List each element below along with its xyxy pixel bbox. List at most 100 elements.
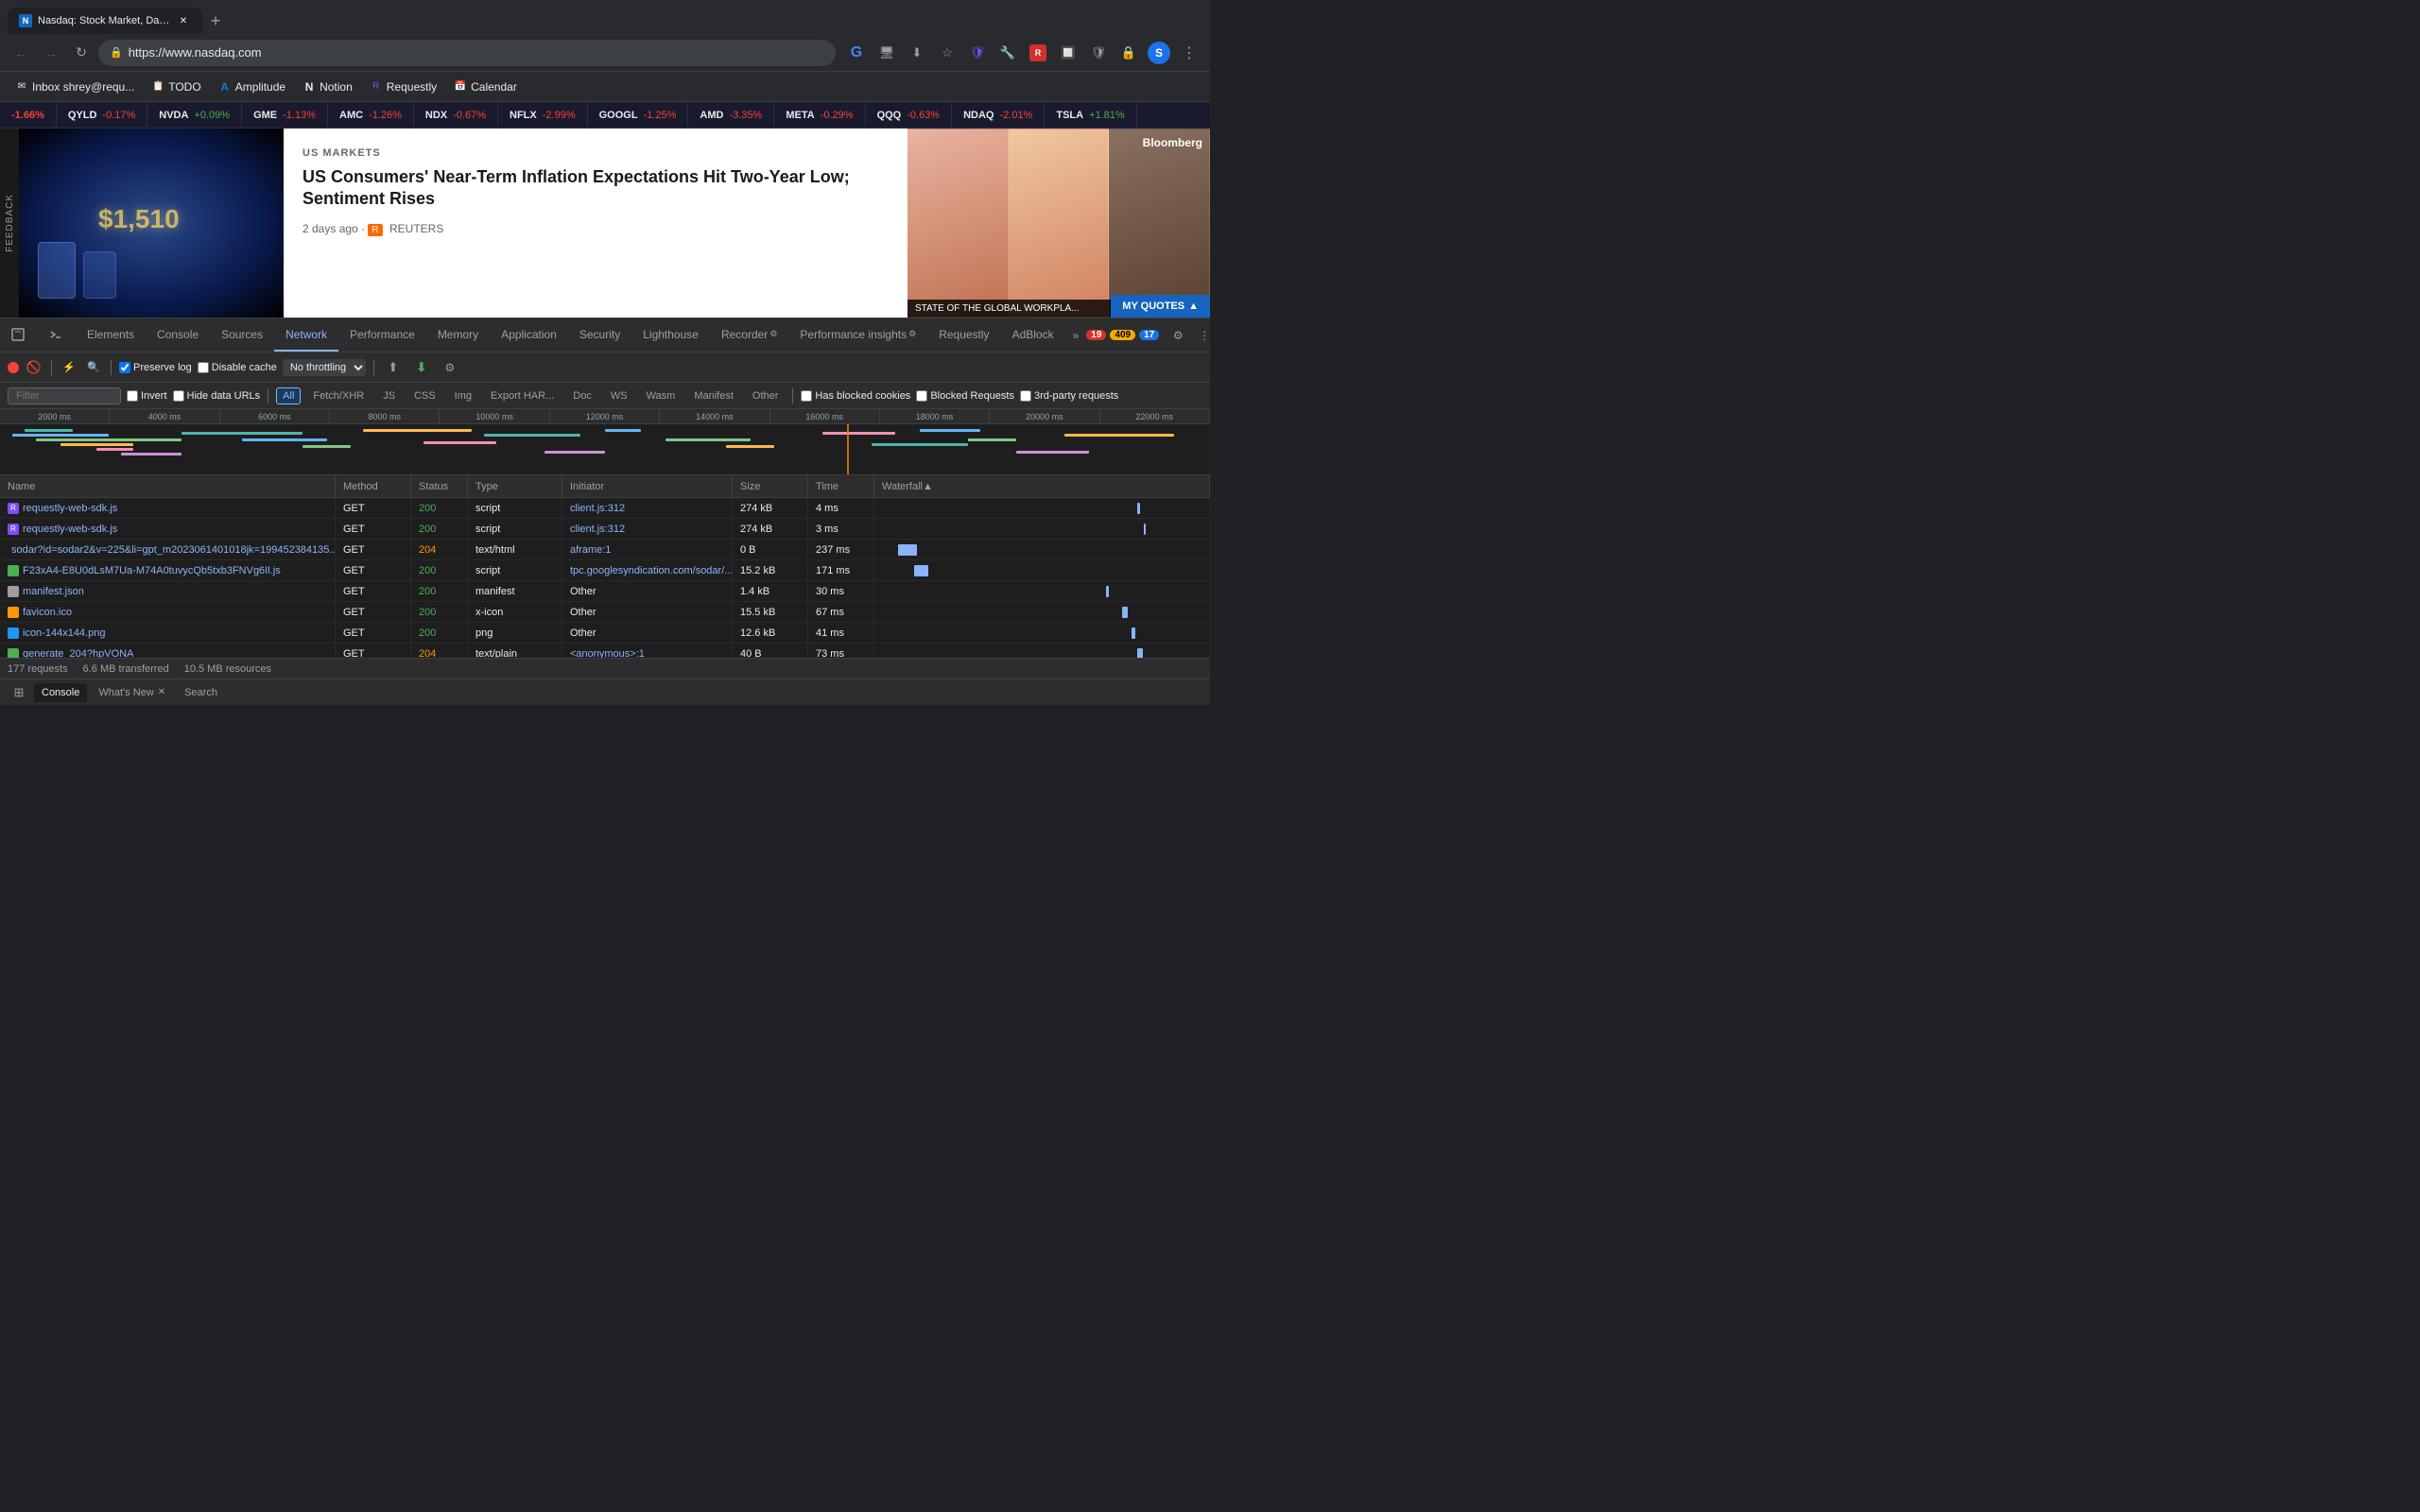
tab-requestly[interactable]: Requestly	[927, 318, 1000, 352]
tab-memory[interactable]: Memory	[426, 318, 490, 352]
filter-input[interactable]	[8, 387, 121, 404]
ticker-qqq[interactable]: QQQ -0.63%	[866, 102, 953, 128]
th-waterfall[interactable]: Waterfall ▲	[874, 475, 1210, 497]
third-party-checkbox[interactable]: 3rd-party requests	[1020, 390, 1118, 402]
more-tabs-button[interactable]: »	[1065, 329, 1087, 342]
th-name[interactable]: Name	[0, 475, 336, 497]
blocked-cookies-input[interactable]	[801, 390, 812, 402]
settings-network-button[interactable]: ⚙	[439, 356, 461, 379]
hide-data-urls-checkbox[interactable]: Hide data URLs	[173, 390, 261, 402]
ticker-nvda[interactable]: NVDA +0.09%	[147, 102, 242, 128]
tab-console[interactable]	[38, 318, 76, 352]
ticker-nflx[interactable]: NFLX -2.99%	[498, 102, 588, 128]
tab-lighthouse[interactable]: Lighthouse	[631, 318, 710, 352]
tab-recorder[interactable]: Recorder ⚙	[710, 318, 788, 352]
filter-js[interactable]: JS	[376, 387, 402, 404]
active-tab[interactable]: N Nasdaq: Stock Market, Data... ✕	[8, 8, 202, 34]
table-row[interactable]: Rrequestly-web-sdk.js GET 200 script cli…	[0, 519, 1210, 540]
network-table[interactable]: Name Method Status Type Initiator Size T…	[0, 475, 1210, 658]
timeline[interactable]: 2000 ms 4000 ms 6000 ms 8000 ms 10000 ms…	[0, 409, 1210, 475]
th-type[interactable]: Type	[468, 475, 562, 497]
filter-all[interactable]: All	[276, 387, 301, 404]
tab-performance-insights[interactable]: Performance insights ⚙	[788, 318, 927, 352]
th-size[interactable]: Size	[733, 475, 808, 497]
extension-icon-4[interactable]: 🛡	[1085, 40, 1112, 66]
search-button[interactable]: 🔍	[84, 358, 103, 377]
blocked-requests-input[interactable]	[916, 390, 927, 402]
ticker-ndaq[interactable]: NDAQ -2.01%	[952, 102, 1045, 128]
bookmark-inbox[interactable]: ✉ Inbox shrey@requ...	[8, 77, 142, 97]
console-drawer-toggle[interactable]: ⊞	[8, 681, 30, 704]
menu-button[interactable]: ⋮	[1176, 40, 1202, 66]
tab-console-text[interactable]: Console	[146, 318, 210, 352]
disable-cache-checkbox[interactable]: Disable cache	[198, 362, 277, 373]
ticker-qyld[interactable]: QYLD -0.17%	[57, 102, 147, 128]
ticker-amd[interactable]: AMD -3.35%	[688, 102, 774, 128]
ticker-item[interactable]: -1.66%	[0, 102, 57, 128]
tab-application[interactable]: Application	[490, 318, 568, 352]
td-initiator[interactable]: aframe:1	[562, 540, 733, 559]
new-tab-button[interactable]: +	[202, 8, 229, 34]
extension-rec-icon[interactable]: R	[1025, 40, 1051, 66]
tab-security[interactable]: Security	[568, 318, 631, 352]
bottom-tab-search[interactable]: Search	[177, 683, 225, 702]
extension-icon-5[interactable]: 🔒	[1115, 40, 1142, 66]
download-icon[interactable]: ⬇	[904, 40, 930, 66]
th-method[interactable]: Method	[336, 475, 411, 497]
export-har-button[interactable]: ⬇	[410, 356, 433, 379]
th-time[interactable]: Time	[808, 475, 874, 497]
filter-css[interactable]: CSS	[407, 387, 442, 404]
throttle-select[interactable]: No throttling	[283, 359, 366, 376]
forward-button[interactable]: →	[38, 40, 64, 66]
more-options-icon[interactable]: ⋮	[1193, 324, 1210, 347]
tab-adblock[interactable]: AdBlock	[1001, 318, 1065, 352]
table-row[interactable]: sodar?id=sodar2&v=225&li=gpt_m2023061401…	[0, 540, 1210, 560]
table-row[interactable]: F23xA4-E8U0dLsM7Ua-M74A0tuvycQb5txb3FNVg…	[0, 560, 1210, 581]
filter-wasm[interactable]: Wasm	[640, 387, 683, 404]
filter-doc[interactable]: Doc	[566, 387, 598, 404]
table-row[interactable]: favicon.ico GET 200 x-icon Other 15.5 kB…	[0, 602, 1210, 623]
invert-input[interactable]	[127, 390, 138, 402]
import-har-button[interactable]: ⬆	[382, 356, 405, 379]
disable-cache-input[interactable]	[198, 362, 209, 373]
whats-new-close[interactable]: ✕	[158, 687, 165, 697]
table-row[interactable]: Rrequestly-web-sdk.js GET 200 script cli…	[0, 498, 1210, 519]
td-initiator[interactable]: client.js:312	[562, 498, 733, 518]
extension-icon-3[interactable]: 🔲	[1055, 40, 1081, 66]
blocked-cookies-checkbox[interactable]: Has blocked cookies	[801, 390, 910, 402]
bookmark-requestly[interactable]: R Requestly	[362, 77, 444, 97]
bookmark-todo[interactable]: 📋 TODO	[144, 77, 208, 97]
ticker-gme[interactable]: GME -1.13%	[242, 102, 328, 128]
table-row[interactable]: generate_204?hpVONA GET 204 text/plain <…	[0, 644, 1210, 658]
refresh-button[interactable]: ↻	[68, 40, 95, 66]
bookmark-notion[interactable]: N Notion	[295, 77, 360, 97]
td-initiator[interactable]: client.js:312	[562, 519, 733, 539]
tab-inspector[interactable]	[0, 318, 38, 352]
table-row[interactable]: icon-144x144.png GET 200 png Other 12.6 …	[0, 623, 1210, 644]
tab-performance[interactable]: Performance	[338, 318, 426, 352]
record-button[interactable]	[8, 362, 19, 373]
my-quotes-button[interactable]: MY QUOTES ▲	[1111, 295, 1210, 318]
td-initiator[interactable]: <anonymous>:1	[562, 644, 733, 658]
bookmark-amplitude[interactable]: A Amplitude	[211, 77, 293, 97]
bottom-tab-whats-new[interactable]: What's New ✕	[91, 683, 173, 702]
tab-close-button[interactable]: ✕	[176, 13, 191, 28]
clear-button[interactable]: 🚫	[25, 358, 43, 377]
table-row[interactable]: manifest.json GET 200 manifest Other 1.4…	[0, 581, 1210, 602]
ticker-amc[interactable]: AMC -1.26%	[328, 102, 414, 128]
ticker-meta[interactable]: META -0.29%	[774, 102, 865, 128]
extension-icon-1[interactable]: 🛡	[964, 40, 991, 66]
filter-img[interactable]: Img	[448, 387, 478, 404]
third-party-input[interactable]	[1020, 390, 1031, 402]
profile-button[interactable]: S	[1146, 40, 1172, 66]
filter-export-har[interactable]: Export HAR...	[484, 387, 561, 404]
screenshot-icon[interactable]: 🖥	[873, 40, 900, 66]
ticker-tsla[interactable]: TSLA +1.81%	[1045, 102, 1136, 128]
extension-icon-2[interactable]: 🔧	[994, 40, 1021, 66]
hide-data-urls-input[interactable]	[173, 390, 184, 402]
back-button[interactable]: ←	[8, 40, 34, 66]
bookmark-icon[interactable]: ☆	[934, 40, 960, 66]
preserve-log-checkbox[interactable]: Preserve log	[119, 362, 192, 373]
address-bar[interactable]: 🔒 https://www.nasdaq.com	[98, 40, 836, 66]
th-initiator[interactable]: Initiator	[562, 475, 733, 497]
